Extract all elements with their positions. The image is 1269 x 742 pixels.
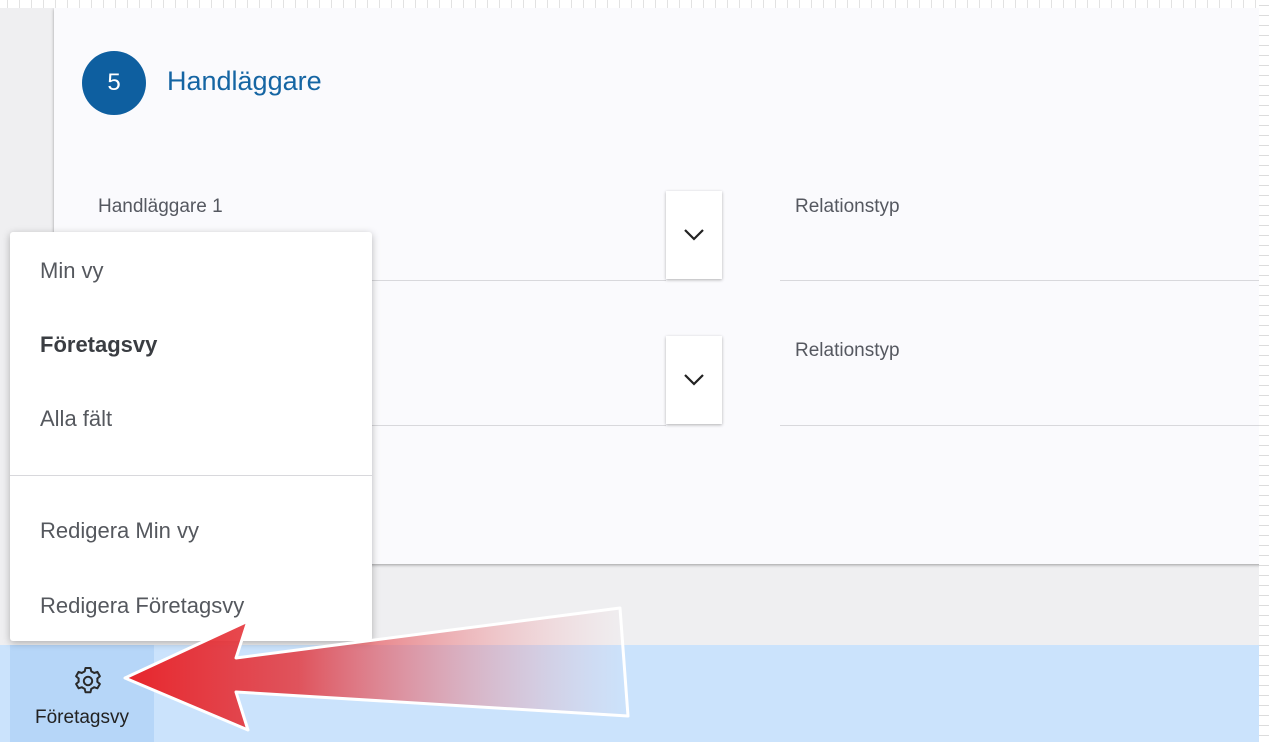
view-dropdown-menu: Min vy Företagsvy Alla fält Redigera Min…: [10, 232, 372, 641]
chevron-down-icon: [684, 229, 704, 241]
handlaggare-1-dropdown-button[interactable]: [666, 191, 722, 279]
chevron-down-icon: [684, 374, 704, 386]
step-number-badge: 5: [82, 51, 146, 115]
view-selector-label: Företagsvy: [35, 707, 129, 728]
menu-item-foretagsvy[interactable]: Företagsvy: [40, 332, 157, 358]
app-frame: 5 Handläggare Handläggare 1 Relationstyp…: [0, 0, 1262, 742]
relationstyp-1-field[interactable]: [780, 280, 1262, 281]
menu-item-min-vy[interactable]: Min vy: [40, 258, 104, 284]
section-title: Handläggare: [167, 66, 322, 96]
menu-item-alla-falt[interactable]: Alla fält: [40, 406, 112, 432]
relationstyp-2-field[interactable]: [780, 425, 1262, 426]
handlaggare-2-dropdown-button[interactable]: [666, 336, 722, 424]
relationstyp-1-label: Relationstyp: [795, 196, 900, 217]
menu-divider: [10, 475, 372, 476]
screenshot-edge-right: [1259, 0, 1269, 742]
view-selector-button[interactable]: Företagsvy: [10, 645, 154, 742]
relationstyp-2-label: Relationstyp: [795, 340, 900, 361]
menu-item-redigera-foretagsvy[interactable]: Redigera Företagsvy: [40, 593, 244, 619]
gear-icon: [75, 667, 101, 694]
handlaggare-1-label: Handläggare 1: [98, 196, 223, 217]
bottom-toolbar: Företagsvy: [0, 645, 1262, 742]
menu-item-redigera-min-vy[interactable]: Redigera Min vy: [40, 518, 199, 544]
screenshot-edge-top: [0, 0, 1262, 8]
